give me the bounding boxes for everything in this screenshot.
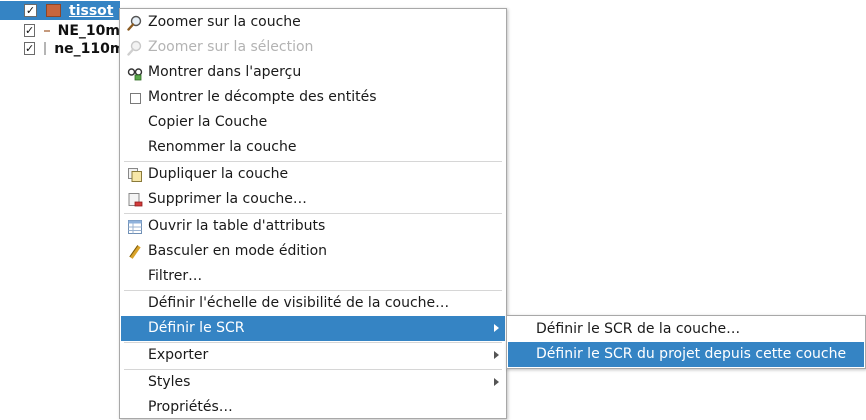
menu-item-zoom-to-selection[interactable]: Zoomer sur la sélection	[121, 35, 505, 60]
polygon-symbol-icon	[44, 42, 47, 55]
zoom-layer-icon	[127, 15, 143, 31]
menu-item-zoom-to-layer[interactable]: Zoomer sur la couche	[121, 10, 505, 35]
zoom-selection-icon	[127, 40, 143, 56]
duplicate-icon	[127, 167, 143, 183]
menu-item-show-in-overview[interactable]: Montrer dans l'aperçu	[121, 60, 505, 85]
remove-layer-icon	[127, 192, 143, 208]
submenu-item-set-layer-crs[interactable]: Définir le SCR de la couche…	[508, 317, 864, 342]
menu-item-show-feature-count[interactable]: Montrer le décompte des entités	[121, 85, 505, 110]
polygon-symbol-icon	[46, 4, 61, 17]
layer-name: ne_110m	[54, 40, 120, 57]
menu-item-duplicate-layer[interactable]: Dupliquer la couche	[121, 162, 505, 187]
layer-context-menu: Zoomer sur la couche Zoomer sur la sélec…	[119, 8, 507, 419]
layer-name: NE_10m	[57, 22, 120, 39]
menu-item-properties[interactable]: Propriétés…	[121, 395, 505, 420]
submenu-arrow-icon	[494, 378, 499, 386]
menu-item-open-attribute-table[interactable]: Ouvrir la table d'attributs	[121, 214, 505, 239]
menu-item-styles[interactable]: Styles	[121, 370, 505, 395]
layer-visibility-checkbox[interactable]: ✓	[24, 42, 36, 55]
submenu-item-set-project-crs-from-layer[interactable]: Définir le SCR du projet depuis cette co…	[508, 342, 864, 367]
menu-item-toggle-editing[interactable]: Basculer en mode édition	[121, 239, 505, 264]
crs-submenu: Définir le SCR de la couche… Définir le …	[506, 315, 866, 369]
pencil-icon	[127, 244, 143, 260]
layer-name: tissot	[69, 2, 114, 19]
layer-row-tissot[interactable]: ✓ tissot	[0, 1, 120, 20]
menu-item-set-crs[interactable]: Définir le SCR	[121, 316, 505, 341]
menu-item-copy-layer[interactable]: Copier la Couche	[121, 110, 505, 135]
layer-row-ne-10m[interactable]: ✓ NE_10m	[0, 21, 120, 40]
line-symbol-icon	[44, 30, 50, 32]
menu-item-remove-layer[interactable]: Supprimer la couche…	[121, 187, 505, 212]
menu-item-rename-layer[interactable]: Renommer la couche	[121, 135, 505, 160]
overview-icon	[127, 65, 143, 81]
attribute-table-icon	[127, 219, 143, 235]
submenu-arrow-icon	[494, 351, 499, 359]
checkbox-icon[interactable]	[127, 90, 143, 106]
submenu-arrow-icon	[494, 324, 499, 332]
layer-row-ne-110m[interactable]: ✓ ne_110m	[0, 39, 120, 58]
menu-item-set-scale-visibility[interactable]: Définir l'échelle de visibilité de la co…	[121, 291, 505, 316]
layer-visibility-checkbox[interactable]: ✓	[24, 24, 36, 37]
menu-item-filter[interactable]: Filtrer…	[121, 264, 505, 289]
layer-visibility-checkbox[interactable]: ✓	[24, 4, 37, 17]
menu-item-export[interactable]: Exporter	[121, 343, 505, 368]
